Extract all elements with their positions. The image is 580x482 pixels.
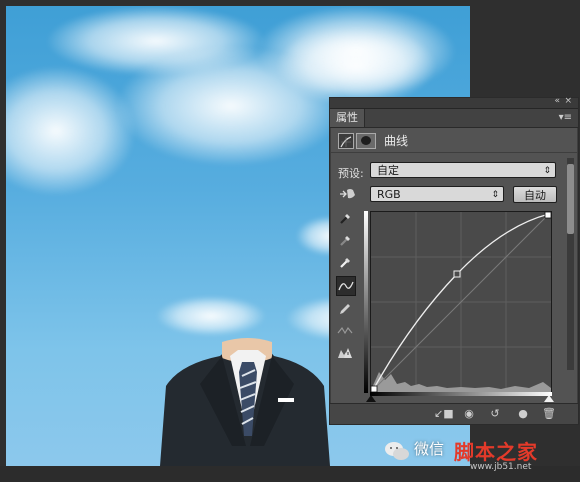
eyedropper-black-icon[interactable]: [336, 210, 354, 228]
close-icon[interactable]: ×: [564, 96, 572, 106]
panel-title-bar[interactable]: « ×: [330, 96, 578, 109]
watermark: 微信 脚本之家 www.jb51.net: [382, 436, 580, 472]
watermark-url: www.jb51.net: [470, 462, 532, 472]
visibility-view-icon[interactable]: ◉: [460, 407, 478, 421]
wechat-icon: [384, 440, 410, 462]
smooth-tool-icon[interactable]: [336, 322, 354, 340]
eyedropper-gray-icon[interactable]: [336, 232, 354, 250]
reset-icon[interactable]: ↺: [486, 407, 504, 421]
channel-select[interactable]: RGB ⇕: [370, 186, 504, 202]
tab-properties[interactable]: 属性: [330, 109, 365, 127]
trash-icon[interactable]: 🗑: [540, 407, 558, 421]
expand-icon[interactable]: «: [554, 96, 560, 106]
cloud: [156, 296, 266, 336]
scrollbar-thumb[interactable]: [567, 164, 574, 234]
watermark-brand: 脚本之家: [454, 440, 538, 464]
preset-value: 自定: [377, 164, 399, 177]
panel-scrollbar[interactable]: [567, 158, 574, 370]
input-gradient-bar: [370, 392, 552, 396]
cloud: [276, 26, 436, 106]
watermark-text: 微信: [414, 440, 445, 458]
white-point-slider[interactable]: [544, 395, 554, 402]
curves-graph[interactable]: [370, 211, 552, 393]
properties-panel: « × 属性 ▾≡ 曲线 预设: 自定 ⇕ RGB ⇕ 自动 ↙■ ◉ ↺ ● …: [329, 96, 579, 425]
eye-icon[interactable]: ●: [514, 407, 532, 421]
chevron-updown-icon: ⇕: [491, 190, 499, 200]
panel-menu-icon[interactable]: ▾≡: [559, 112, 572, 123]
channel-value: RGB: [377, 188, 401, 201]
preset-select[interactable]: 自定 ⇕: [370, 162, 556, 178]
chevron-updown-icon: ⇕: [543, 166, 551, 176]
suit-figure: [160, 336, 330, 466]
adjustment-header: 曲线: [330, 128, 578, 153]
mask-icon[interactable]: [356, 133, 376, 149]
tab-row: 属性 ▾≡: [330, 109, 578, 128]
curves-adjustment-icon[interactable]: [338, 133, 354, 149]
curve-tool-icon[interactable]: [336, 276, 356, 296]
clipping-warning-icon[interactable]: [336, 344, 354, 362]
preset-label: 预设:: [338, 167, 364, 180]
output-gradient-bar: [364, 211, 368, 393]
auto-button[interactable]: 自动: [513, 186, 557, 203]
adjustment-title: 曲线: [384, 134, 409, 148]
pencil-tool-icon[interactable]: [336, 300, 354, 318]
cloud: [6, 66, 136, 196]
curve-tools: [336, 210, 356, 366]
hand-target-icon[interactable]: [338, 186, 358, 202]
clip-layer-icon[interactable]: ↙■: [434, 407, 454, 421]
eyedropper-white-icon[interactable]: [336, 254, 354, 272]
black-point-slider[interactable]: [366, 395, 376, 402]
panel-footer: ↙■ ◉ ↺ ● 🗑: [330, 403, 578, 424]
